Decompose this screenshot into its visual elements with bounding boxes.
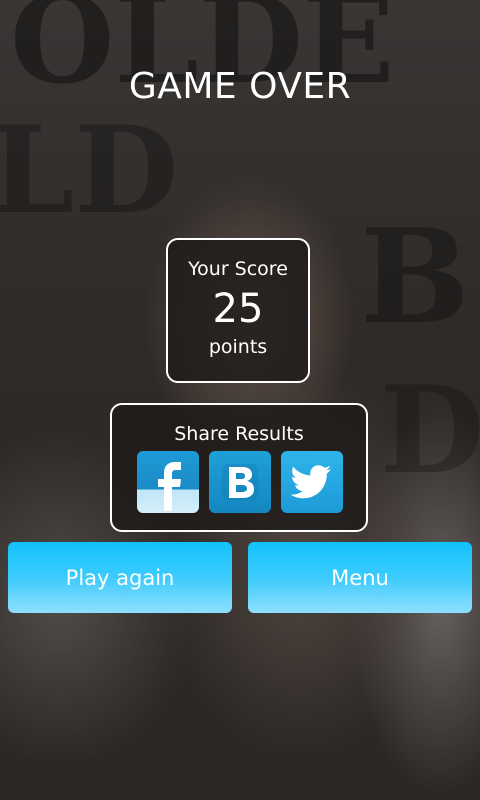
score-label: Your Score — [188, 258, 288, 280]
share-label: Share Results — [174, 423, 304, 445]
menu-button[interactable]: Menu — [248, 542, 472, 613]
facebook-icon — [158, 462, 181, 511]
share-panel: Share Results — [110, 403, 368, 532]
game-over-screen: OLDE LD B D GAME OVER Your Score 25 poin… — [0, 0, 480, 800]
facebook-share-button[interactable] — [137, 451, 199, 513]
vk-share-button[interactable] — [209, 451, 271, 513]
play-again-button[interactable]: Play again — [8, 542, 232, 613]
twitter-share-button[interactable] — [281, 451, 343, 513]
share-buttons — [137, 451, 343, 513]
vk-icon — [222, 464, 258, 500]
page-title: GAME OVER — [128, 66, 352, 107]
score-value: 25 — [212, 286, 264, 332]
score-panel: Your Score 25 points — [166, 238, 310, 383]
score-unit: points — [208, 336, 268, 358]
background-dim-overlay — [0, 0, 480, 800]
twitter-icon — [290, 465, 331, 499]
